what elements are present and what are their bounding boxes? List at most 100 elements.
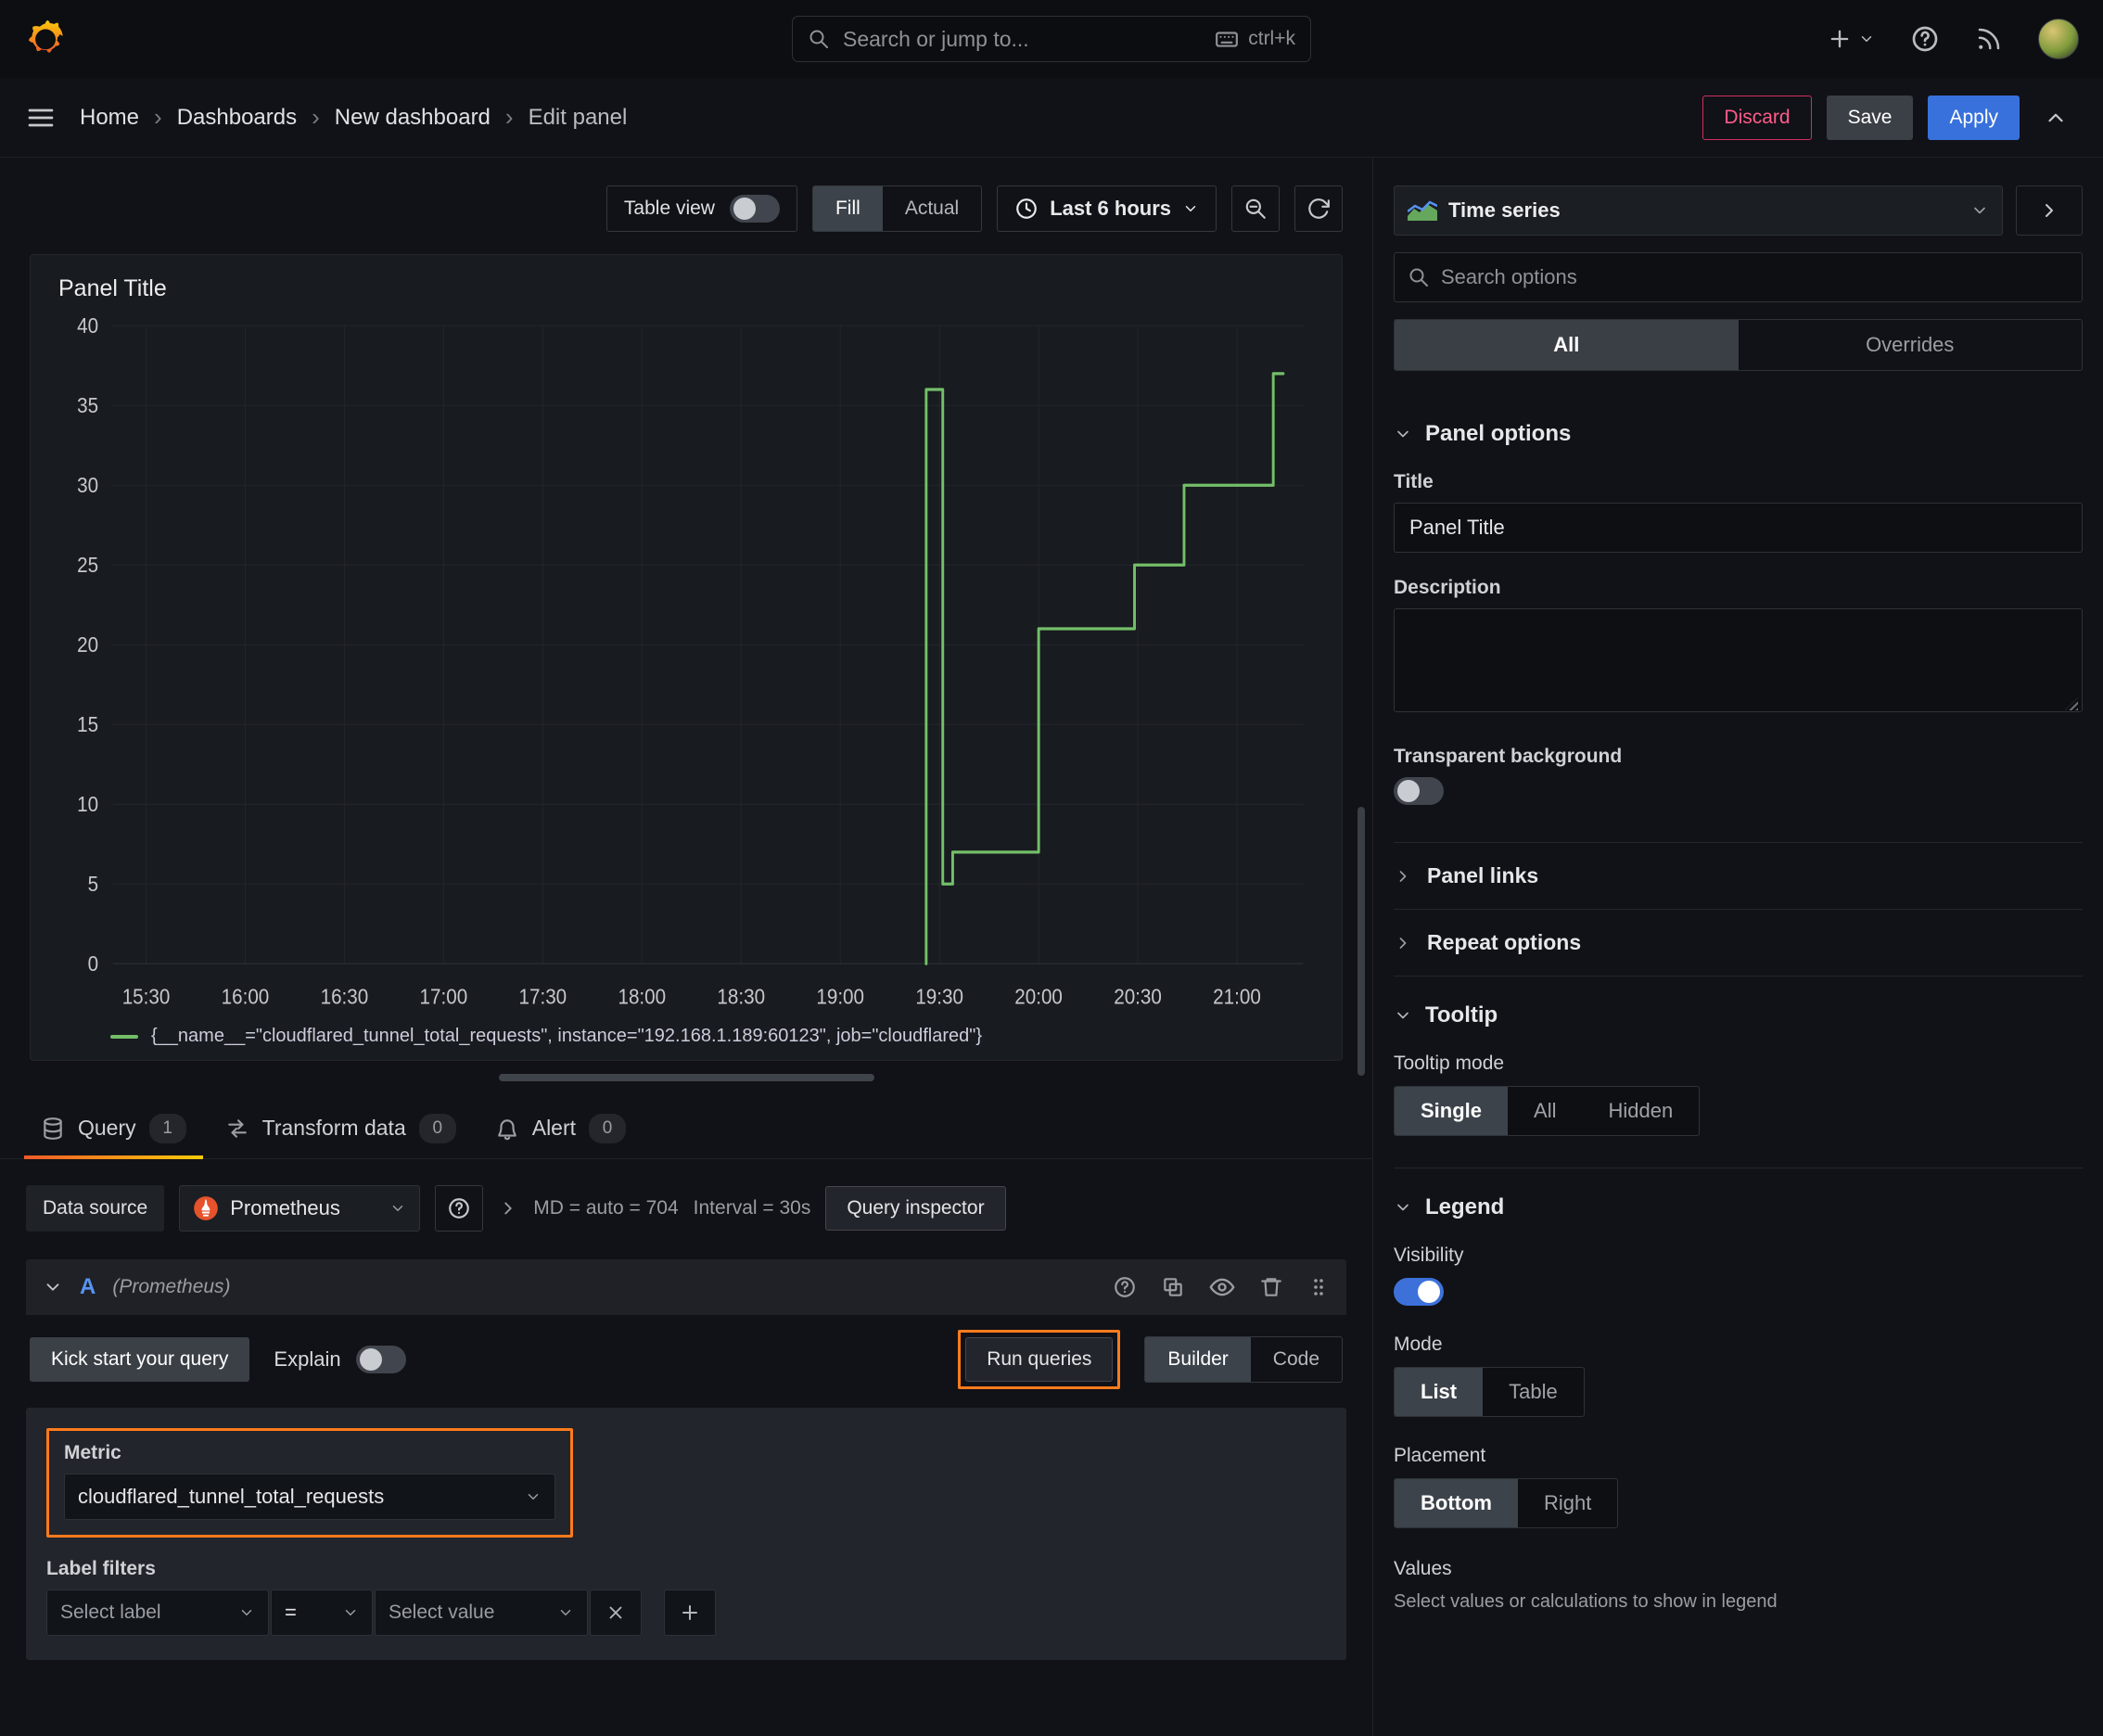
user-avatar[interactable] bbox=[2038, 19, 2079, 59]
actual-option[interactable]: Actual bbox=[883, 186, 981, 231]
datasource-picker[interactable]: Prometheus bbox=[179, 1185, 421, 1232]
apply-button[interactable]: Apply bbox=[1928, 95, 2020, 140]
svg-text:18:00: 18:00 bbox=[618, 985, 666, 1009]
svg-text:35: 35 bbox=[77, 393, 98, 417]
tooltip-mode-all[interactable]: All bbox=[1508, 1087, 1582, 1135]
legend-placement-right[interactable]: Right bbox=[1518, 1479, 1617, 1527]
help-icon bbox=[449, 1198, 470, 1219]
tooltip-header[interactable]: Tooltip bbox=[1394, 1002, 2083, 1028]
global-search[interactable]: ctrl+k bbox=[792, 16, 1311, 62]
visualization-picker[interactable]: Time series bbox=[1394, 185, 2003, 236]
tab-overrides[interactable]: Overrides bbox=[1739, 320, 2083, 370]
svg-text:15:30: 15:30 bbox=[122, 985, 171, 1009]
fill-option[interactable]: Fill bbox=[812, 186, 883, 231]
breadcrumb: Home › Dashboards › New dashboard › Edit… bbox=[80, 103, 627, 132]
select-label-dropdown[interactable]: Select label bbox=[46, 1589, 269, 1636]
drag-handle-icon[interactable] bbox=[1307, 1276, 1330, 1298]
chevron-down-icon bbox=[528, 1494, 539, 1500]
operator-value: = bbox=[285, 1601, 297, 1624]
breadcrumb-home[interactable]: Home bbox=[80, 105, 139, 131]
duplicate-icon[interactable] bbox=[1161, 1275, 1185, 1299]
legend-visibility-toggle[interactable] bbox=[1394, 1278, 1444, 1306]
tab-all[interactable]: All bbox=[1395, 320, 1739, 370]
panel-options-header[interactable]: Panel options bbox=[1394, 421, 2083, 447]
kick-start-button[interactable]: Kick start your query bbox=[30, 1337, 250, 1382]
table-view-toggle[interactable] bbox=[729, 195, 780, 223]
trash-icon[interactable] bbox=[1259, 1275, 1283, 1299]
panel-title-input[interactable] bbox=[1394, 503, 2083, 553]
eye-icon[interactable] bbox=[1209, 1274, 1235, 1300]
options-filter-tabs: All Overrides bbox=[1394, 319, 2083, 371]
close-icon bbox=[609, 1606, 622, 1619]
chevron-up-icon bbox=[2048, 113, 2063, 121]
legend-section: Legend Visibility Mode List Table Placem… bbox=[1394, 1168, 2083, 1613]
scrollbar[interactable] bbox=[1357, 807, 1365, 1076]
chevron-down-icon bbox=[1397, 430, 1408, 438]
metric-select[interactable]: cloudflared_tunnel_total_requests bbox=[64, 1474, 555, 1520]
tab-alert[interactable]: Alert 0 bbox=[478, 1098, 643, 1158]
tooltip-mode-hidden[interactable]: Hidden bbox=[1582, 1087, 1699, 1135]
panel-resize-handle[interactable] bbox=[498, 1074, 874, 1081]
tab-transform-data[interactable]: Transform data 0 bbox=[209, 1098, 473, 1158]
svg-text:0: 0 bbox=[88, 951, 98, 976]
select-value-dropdown[interactable]: Select value bbox=[375, 1589, 588, 1636]
breadcrumb-dashboards[interactable]: Dashboards bbox=[177, 105, 297, 131]
tooltip-section: Tooltip Tooltip mode Single All Hidden bbox=[1394, 976, 2083, 1168]
query-inspector-button[interactable]: Query inspector bbox=[825, 1186, 1006, 1231]
save-button[interactable]: Save bbox=[1826, 95, 1914, 140]
grafana-logo[interactable] bbox=[24, 18, 67, 60]
legend-mode-table[interactable]: Table bbox=[1483, 1368, 1584, 1416]
zoom-out-button[interactable] bbox=[1231, 185, 1280, 232]
legend-header[interactable]: Legend bbox=[1394, 1194, 2083, 1220]
tab-query[interactable]: Query 1 bbox=[24, 1098, 203, 1159]
breadcrumb-separator: › bbox=[312, 103, 320, 131]
chevron-down-icon bbox=[392, 1206, 403, 1211]
remove-filter-button[interactable] bbox=[590, 1589, 642, 1636]
legend-placement-group: Bottom Right bbox=[1394, 1478, 1619, 1528]
svg-text:20: 20 bbox=[77, 632, 98, 657]
breadcrumb-new-dashboard[interactable]: New dashboard bbox=[335, 105, 491, 131]
collapse-toolbar-button[interactable] bbox=[2034, 96, 2077, 140]
query-toolbar: Data source Prometheus MD = auto = 704 I… bbox=[26, 1185, 1346, 1232]
explain-label: Explain bbox=[274, 1347, 341, 1371]
explain-toggle[interactable] bbox=[355, 1346, 406, 1373]
code-option[interactable]: Code bbox=[1251, 1337, 1342, 1382]
options-search[interactable] bbox=[1394, 252, 2083, 302]
new-button[interactable] bbox=[1827, 26, 1875, 52]
builder-option[interactable]: Builder bbox=[1145, 1337, 1251, 1382]
expand-options-button[interactable] bbox=[2016, 185, 2083, 236]
time-series-chart[interactable]: 0 5 10 15 20 25 30 35 40 15:30 16:00 16:30 17:00 17:3… bbox=[53, 312, 1319, 1018]
help-button[interactable] bbox=[1910, 24, 1940, 54]
datasource-help-button[interactable] bbox=[435, 1185, 484, 1232]
run-queries-button[interactable]: Run queries bbox=[965, 1337, 1114, 1382]
description-textarea[interactable] bbox=[1394, 608, 2083, 712]
legend-mode-list[interactable]: List bbox=[1395, 1368, 1484, 1416]
chevron-right-icon[interactable] bbox=[498, 1198, 518, 1219]
transparent-background-toggle[interactable] bbox=[1394, 777, 1444, 805]
tooltip-mode-single[interactable]: Single bbox=[1395, 1087, 1509, 1135]
query-row-header[interactable]: A (Prometheus) bbox=[26, 1259, 1346, 1315]
refresh-button[interactable] bbox=[1294, 185, 1343, 232]
add-filter-button[interactable] bbox=[664, 1589, 716, 1636]
chevron-down-icon bbox=[345, 1610, 356, 1615]
help-icon[interactable] bbox=[1113, 1275, 1137, 1299]
tooltip-title: Tooltip bbox=[1425, 1002, 1498, 1028]
query-editor: Data source Prometheus MD = auto = 704 I… bbox=[0, 1159, 1372, 1660]
options-search-input[interactable] bbox=[1441, 265, 2069, 289]
bell-icon bbox=[497, 1118, 516, 1140]
legend-placement-bottom[interactable]: Bottom bbox=[1395, 1479, 1518, 1527]
panel-options-sidebar: Time series All Overrides Panel options … bbox=[1372, 158, 2103, 1736]
operator-dropdown[interactable]: = bbox=[271, 1589, 373, 1636]
repeat-options-section[interactable]: Repeat options bbox=[1394, 909, 2083, 976]
chevron-down-icon bbox=[241, 1610, 252, 1615]
search-input[interactable] bbox=[843, 26, 1203, 52]
time-range-picker[interactable]: Last 6 hours bbox=[997, 185, 1217, 232]
news-button[interactable] bbox=[1975, 25, 2003, 53]
chevron-down-icon bbox=[46, 1283, 59, 1291]
menu-toggle-button[interactable] bbox=[26, 103, 57, 133]
panel-links-section[interactable]: Panel links bbox=[1394, 842, 2083, 909]
search-icon bbox=[1409, 268, 1428, 287]
discard-button[interactable]: Discard bbox=[1702, 95, 1812, 140]
legend-swatch bbox=[110, 1034, 138, 1039]
legend-series-label[interactable]: {__name__="cloudflared_tunnel_total_requ… bbox=[151, 1026, 982, 1047]
